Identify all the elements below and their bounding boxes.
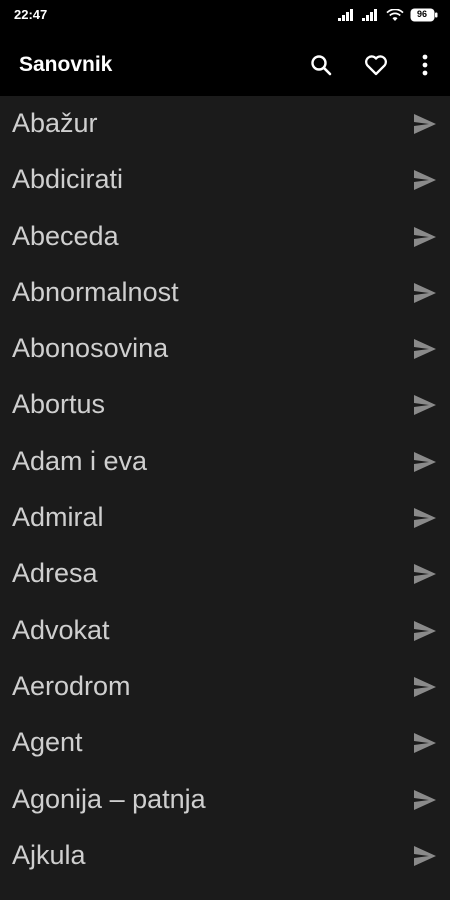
- list-item[interactable]: Agonija – patnja: [0, 772, 450, 828]
- list-item[interactable]: Abnormalnost: [0, 265, 450, 321]
- send-icon[interactable]: [413, 507, 437, 529]
- list-item-label: Abortus: [12, 389, 106, 420]
- list-item[interactable]: Ajkula: [0, 828, 450, 884]
- list-item[interactable]: Admiral: [0, 490, 450, 546]
- list-item-label: Abonosovina: [12, 333, 169, 364]
- list-item-label: Abdicirati: [12, 164, 124, 195]
- send-icon[interactable]: [413, 169, 437, 191]
- search-button[interactable]: [305, 49, 337, 81]
- battery-level: 96: [416, 9, 427, 19]
- send-icon[interactable]: [413, 563, 437, 585]
- more-options-button[interactable]: [409, 49, 441, 81]
- battery-icon: 96: [410, 8, 438, 22]
- send-icon[interactable]: [413, 394, 437, 416]
- status-time: 22:47: [14, 7, 48, 22]
- list-item-label: Advokat: [12, 614, 110, 645]
- list-item[interactable]: Advokat: [0, 603, 450, 659]
- list-item[interactable]: Agent: [0, 715, 450, 771]
- search-icon: [311, 55, 332, 76]
- send-icon[interactable]: [413, 338, 437, 360]
- list-item[interactable]: Adresa: [0, 546, 450, 602]
- dream-list[interactable]: Abažur Abdicirati Abeceda Abnormalnost A…: [0, 96, 450, 900]
- list-item-label: Abažur: [12, 108, 98, 138]
- list-item-label: Adresa: [12, 558, 98, 589]
- list-item-label: Abeceda: [12, 220, 119, 251]
- list-item-label: Agent: [12, 727, 83, 758]
- favorites-button[interactable]: [360, 49, 392, 81]
- list-item[interactable]: Abortus: [0, 377, 450, 433]
- app-title: Sanovnik: [19, 53, 113, 76]
- send-icon[interactable]: [413, 845, 437, 867]
- list-item-label: Ajkula: [12, 839, 86, 870]
- send-icon[interactable]: [413, 620, 437, 642]
- list-item[interactable]: Aerodrom: [0, 659, 450, 715]
- send-icon[interactable]: [413, 226, 437, 248]
- list-item[interactable]: Abonosovina: [0, 321, 450, 377]
- app-bar: Sanovnik: [0, 34, 450, 96]
- list-item-label: Adam i eva: [12, 445, 148, 476]
- list-item[interactable]: Abažur: [0, 96, 450, 152]
- list-item-label: Abnormalnost: [12, 276, 179, 307]
- send-icon[interactable]: [413, 451, 437, 473]
- send-icon[interactable]: [413, 113, 437, 135]
- send-icon[interactable]: [413, 789, 437, 811]
- list-item[interactable]: Adam i eva: [0, 434, 450, 490]
- list-item[interactable]: Abdicirati: [0, 152, 450, 208]
- send-icon[interactable]: [413, 676, 437, 698]
- send-icon[interactable]: [413, 732, 437, 754]
- send-icon[interactable]: [413, 282, 437, 304]
- wifi-icon: [386, 8, 404, 21]
- list-item-label: Admiral: [12, 502, 104, 533]
- list-item-label: Agonija – patnja: [12, 783, 206, 814]
- signal-icon: [338, 9, 353, 21]
- signal-icon-2: [362, 9, 377, 21]
- list-item[interactable]: Abeceda: [0, 209, 450, 265]
- more-vert-icon: [422, 54, 428, 76]
- heart-icon: [365, 55, 387, 76]
- list-item-label: Aerodrom: [12, 670, 131, 701]
- status-bar: 22:47 96: [0, 0, 450, 34]
- status-icons: 96: [338, 8, 438, 22]
